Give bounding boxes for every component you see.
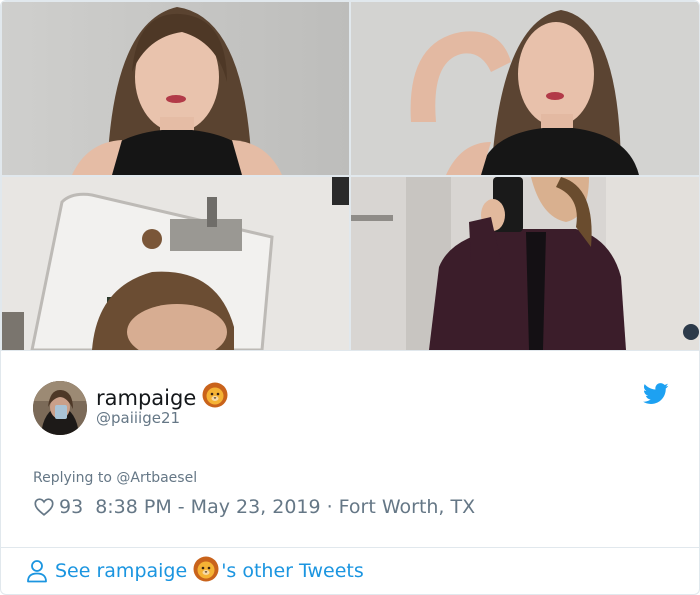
footer-divider <box>1 547 699 548</box>
tweet-card: rampaige @paiiige21 Replying to @Artbaes… <box>0 0 700 595</box>
see-other-tweets-link[interactable]: See rampaige 's other Tweets <box>26 556 364 587</box>
twitter-bird-icon[interactable] <box>643 383 669 405</box>
see-more-prefix: See rampaige <box>55 560 188 582</box>
user-handle[interactable]: @paiiige21 <box>96 409 180 427</box>
tweet-meta: 93 8:38 PM - May 23, 2019 · Fort Worth, … <box>33 496 475 518</box>
tweet-timestamp[interactable]: 8:38 PM - May 23, 2019 <box>95 496 320 518</box>
person-icon <box>27 560 47 583</box>
tweet-location[interactable]: Fort Worth, TX <box>339 496 475 518</box>
avatar-image <box>33 381 87 435</box>
photo-4-image <box>351 177 699 350</box>
replying-to: Replying to @Artbaesel <box>33 470 197 486</box>
photo-2-image <box>351 2 699 175</box>
photo-1[interactable] <box>2 2 349 175</box>
photo-1-image <box>2 2 349 175</box>
avatar[interactable] <box>33 381 87 435</box>
photo-3-image <box>2 177 349 350</box>
display-name-text: rampaige <box>96 386 197 410</box>
photo-2[interactable] <box>351 2 699 175</box>
replying-prefix: Replying to <box>33 470 117 486</box>
heart-icon[interactable] <box>33 496 55 518</box>
lion-face-emoji-icon <box>202 382 228 413</box>
photo-3[interactable] <box>2 177 349 350</box>
like-count[interactable]: 93 <box>59 496 83 518</box>
photo-grid <box>1 1 699 351</box>
see-more-suffix: 's other Tweets <box>221 560 364 582</box>
meta-separator: · <box>326 496 333 518</box>
photo-4[interactable] <box>351 177 699 350</box>
reply-mention-link[interactable]: @Artbaesel <box>116 470 197 486</box>
lion-face-emoji-icon <box>193 556 219 587</box>
